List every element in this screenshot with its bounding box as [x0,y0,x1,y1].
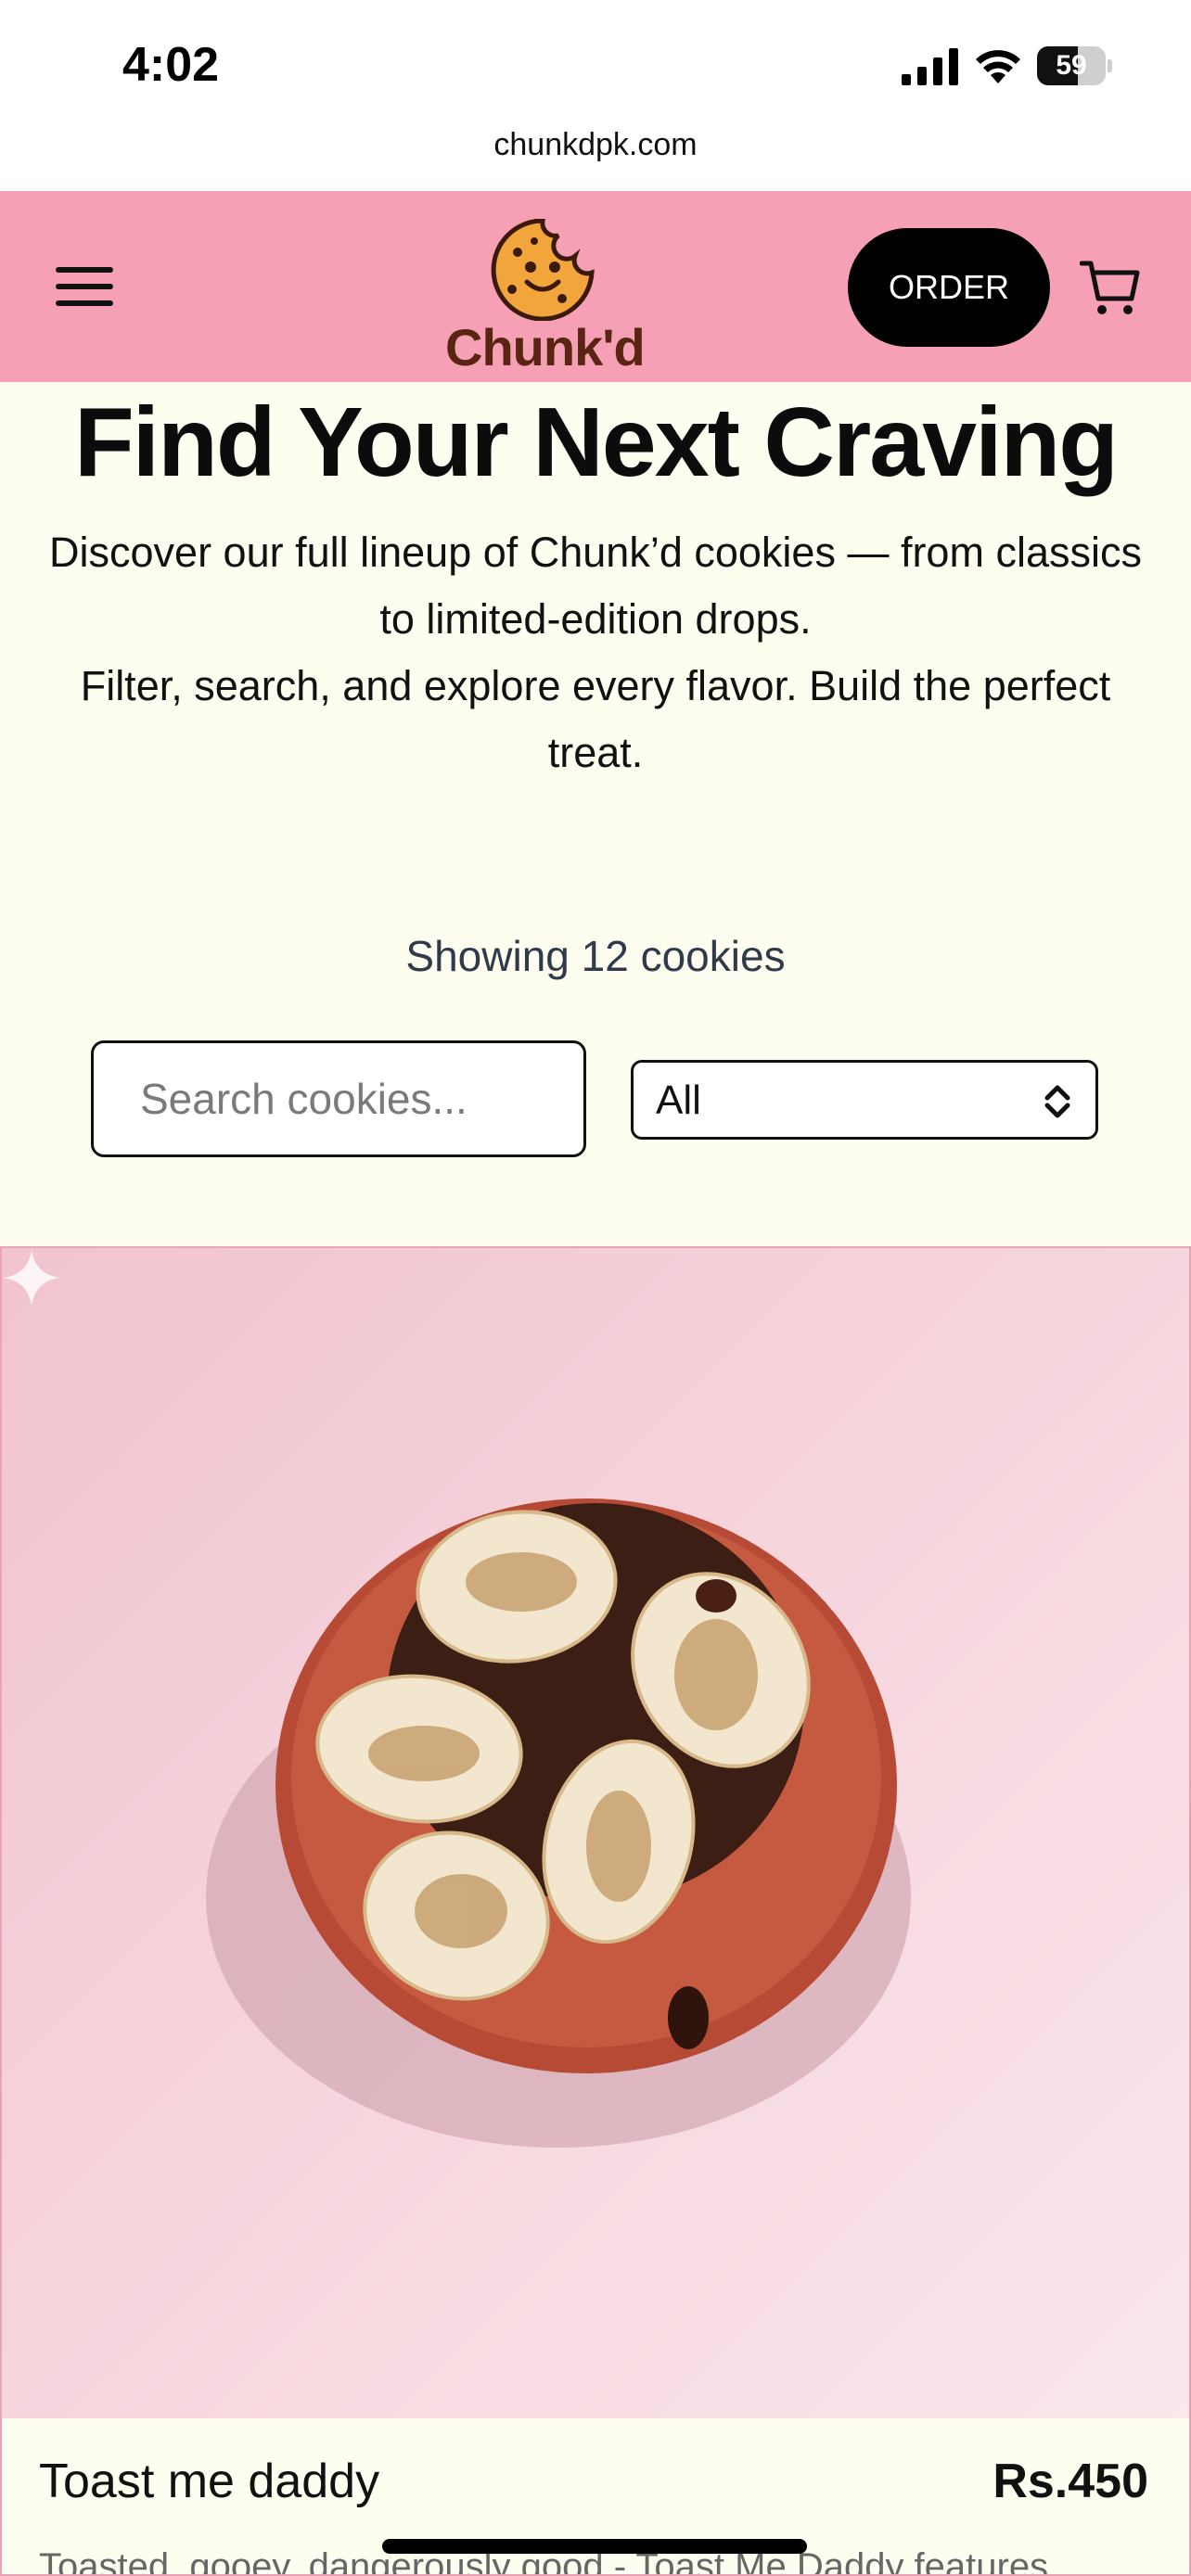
cookie-logo-icon [491,218,595,322]
order-button[interactable]: ORDER [848,228,1050,347]
hamburger-menu-icon[interactable] [56,263,117,310]
hero-description: Discover our full lineup of Chunk’d cook… [28,519,1163,786]
url-bar[interactable]: chunkdpk.com [0,121,1191,191]
home-indicator[interactable] [382,2539,807,2554]
shopping-cart-icon[interactable] [1080,258,1141,317]
chevron-up-down-icon [1044,1085,1070,1118]
status-time: 4:02 [122,38,220,92]
search-input[interactable] [91,1040,586,1157]
battery-level: 59 [1056,50,1087,81]
wifi-icon [976,50,1020,83]
results-count: Showing 12 cookies [405,932,786,980]
page-title: Find Your Next Craving [73,388,1119,497]
cellular-signal-icon [902,48,958,85]
hero-description-line-2: Filter, search, and explore every flavor… [80,662,1111,776]
battery-icon: 59 [1037,46,1112,85]
logo-text: Chunk'd [445,318,646,376]
product-card[interactable]: Toast me daddy Rs.450 Toasted, gooey, da… [0,1246,1191,2576]
site-header: Chunk'd ORDER [0,191,1191,382]
sparkle-icon [4,1250,59,1306]
hero-description-line-1: Discover our full lineup of Chunk’d cook… [49,529,1142,643]
status-bar: 4:02 59 [0,0,1191,130]
category-filter-select[interactable]: All [631,1060,1098,1140]
product-name[interactable]: Toast me daddy [39,2454,379,2509]
filter-selected-value: All [656,1078,701,1123]
site-logo[interactable]: Chunk'd [445,218,646,376]
product-image[interactable] [2,1248,1189,2418]
product-price: Rs.450 [992,2455,1148,2508]
cookie-photo [206,1498,911,2148]
